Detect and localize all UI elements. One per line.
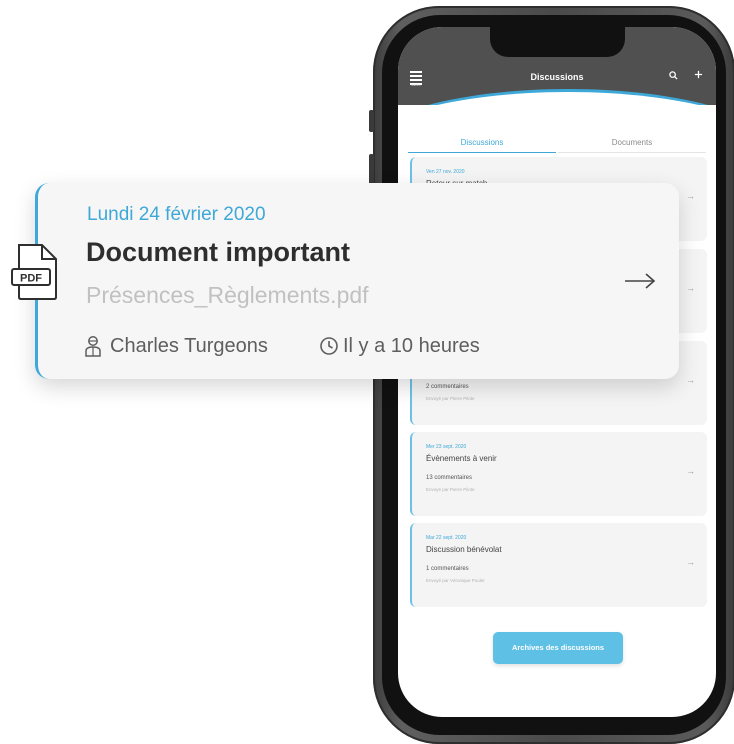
card-comments: 13 commentaires: [426, 475, 473, 481]
tab-discussions[interactable]: Discussions: [408, 138, 556, 153]
arrow-right-icon: →: [686, 375, 695, 385]
card-date: Ven 27 nov. 2020: [426, 169, 465, 175]
tab-documents[interactable]: Documents: [558, 138, 706, 153]
phone-notch: [490, 27, 625, 57]
discussion-card[interactable]: Mar 22 sept. 2020 Discussion bénévolat 1…: [410, 523, 707, 607]
document-title: Document important: [86, 237, 351, 267]
arrow-right-icon[interactable]: [624, 271, 656, 291]
card-date: Mer 23 sept. 2020: [426, 444, 467, 450]
tab-bar: Discussions Documents: [408, 138, 706, 156]
arrow-right-icon: →: [686, 283, 695, 293]
search-icon[interactable]: [669, 71, 678, 82]
card-title: Discussion bénévolat: [426, 545, 502, 554]
document-file-name[interactable]: Présences_Règlements.pdf: [86, 282, 369, 309]
pdf-badge-label: PDF: [20, 273, 42, 285]
arrow-right-icon: →: [686, 191, 695, 201]
card-comments: 1 commentaires: [426, 566, 469, 572]
card-sender: Envoyé par Pierre Pilote: [426, 487, 475, 492]
archives-button[interactable]: Archives des discussions: [493, 632, 623, 664]
discussion-card[interactable]: Mer 23 sept. 2020 Évènements à venir 13 …: [410, 432, 707, 516]
document-author: Charles Turgeons: [110, 335, 268, 357]
card-date: Mar 22 sept. 2020: [426, 535, 467, 541]
plus-icon[interactable]: [694, 68, 703, 82]
arrow-right-icon: →: [686, 557, 695, 567]
user-icon: [85, 336, 101, 357]
arrow-right-icon: →: [686, 466, 695, 476]
document-date: Lundi 24 février 2020: [87, 204, 266, 225]
card-comments: 2 commentaires: [426, 384, 469, 390]
side-button: [369, 110, 374, 132]
card-sender: Envoyé par Pierre Pilote: [426, 396, 475, 401]
card-sender: Envoyé par Véronique Poulet: [426, 578, 485, 583]
clock-icon: [320, 337, 338, 355]
menu-label: MENU: [410, 83, 422, 87]
document-time-ago: Il y a 10 heures: [343, 335, 480, 357]
card-title: Évènements à venir: [426, 454, 497, 463]
header-curve: [398, 89, 716, 105]
document-card[interactable]: Lundi 24 février 2020 Document important…: [35, 183, 679, 379]
pdf-file-icon: PDF: [11, 244, 57, 300]
